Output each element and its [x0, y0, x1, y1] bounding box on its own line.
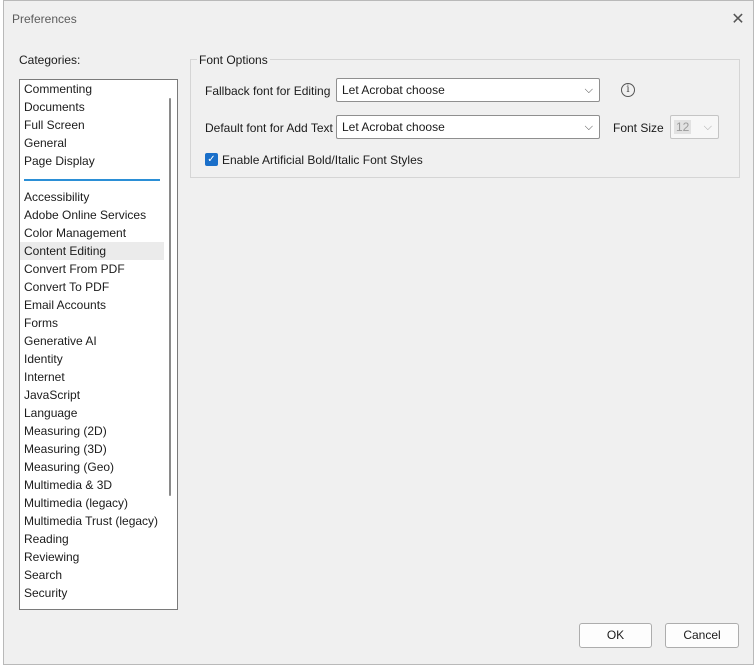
default-font-select[interactable]: Let Acrobat choose ⌵: [336, 115, 600, 139]
artificial-styles-label: Enable Artificial Bold/Italic Font Style…: [222, 153, 423, 167]
category-item[interactable]: Content Editing: [20, 242, 164, 260]
category-item[interactable]: Documents: [20, 98, 164, 116]
default-font-value: Let Acrobat choose: [342, 120, 445, 134]
category-item[interactable]: Language: [20, 404, 164, 422]
category-item[interactable]: General: [20, 134, 164, 152]
category-item[interactable]: Multimedia Trust (legacy): [20, 512, 164, 530]
category-item[interactable]: Measuring (Geo): [20, 458, 164, 476]
font-size-select[interactable]: 12 ⌵: [670, 115, 719, 139]
category-item[interactable]: Commenting: [20, 80, 164, 98]
category-item[interactable]: Internet: [20, 368, 164, 386]
fallback-font-value: Let Acrobat choose: [342, 83, 445, 97]
fallback-font-select[interactable]: Let Acrobat choose ⌵: [336, 78, 600, 102]
category-item[interactable]: Multimedia (legacy): [20, 494, 164, 512]
category-item[interactable]: Identity: [20, 350, 164, 368]
category-separator: [20, 170, 164, 188]
category-item[interactable]: Page Display: [20, 152, 164, 170]
artificial-styles-checkbox[interactable]: ✓: [205, 153, 218, 166]
cancel-button[interactable]: Cancel: [665, 623, 739, 648]
preferences-dialog: Preferences ✕ Categories: Commenting Docu…: [3, 0, 754, 665]
category-item[interactable]: Reading: [20, 530, 164, 548]
category-item[interactable]: Full Screen: [20, 116, 164, 134]
categories-list[interactable]: Commenting Documents Full Screen General Pag…: [19, 79, 178, 610]
font-size-value: 12: [674, 120, 692, 134]
category-item[interactable]: Measuring (2D): [20, 422, 164, 440]
category-item[interactable]: Reviewing: [20, 548, 164, 566]
category-item[interactable]: Generative AI: [20, 332, 164, 350]
categories-scrollbar[interactable]: [169, 98, 171, 496]
font-options-label: Font Options: [197, 53, 270, 67]
default-font-label: Default font for Add Text: [205, 121, 333, 135]
category-item[interactable]: Email Accounts: [20, 296, 164, 314]
category-item[interactable]: Multimedia & 3D: [20, 476, 164, 494]
dialog-title: Preferences: [12, 12, 77, 26]
chevron-down-icon: ⌵: [584, 84, 593, 96]
category-item[interactable]: JavaScript: [20, 386, 164, 404]
info-icon[interactable]: i: [621, 83, 635, 97]
title-bar: Preferences ✕: [4, 1, 753, 37]
category-item[interactable]: Convert To PDF: [20, 278, 164, 296]
font-size-label: Font Size: [613, 121, 664, 135]
categories-label: Categories:: [19, 53, 81, 67]
categories-list-items: Commenting Documents Full Screen General Pag…: [20, 80, 164, 602]
category-item[interactable]: Convert From PDF: [20, 260, 164, 278]
category-item[interactable]: Adobe Online Services: [20, 206, 164, 224]
fallback-font-label: Fallback font for Editing: [205, 84, 331, 98]
ok-button[interactable]: OK: [579, 623, 652, 648]
category-item[interactable]: Search: [20, 566, 164, 584]
close-icon[interactable]: ✕: [729, 10, 747, 28]
category-item[interactable]: Accessibility: [20, 188, 164, 206]
category-item[interactable]: Color Management: [20, 224, 164, 242]
category-item[interactable]: Measuring (3D): [20, 440, 164, 458]
category-item[interactable]: Security: [20, 584, 164, 602]
chevron-down-icon: ⌵: [703, 121, 712, 133]
chevron-down-icon: ⌵: [584, 121, 593, 133]
category-item[interactable]: Forms: [20, 314, 164, 332]
